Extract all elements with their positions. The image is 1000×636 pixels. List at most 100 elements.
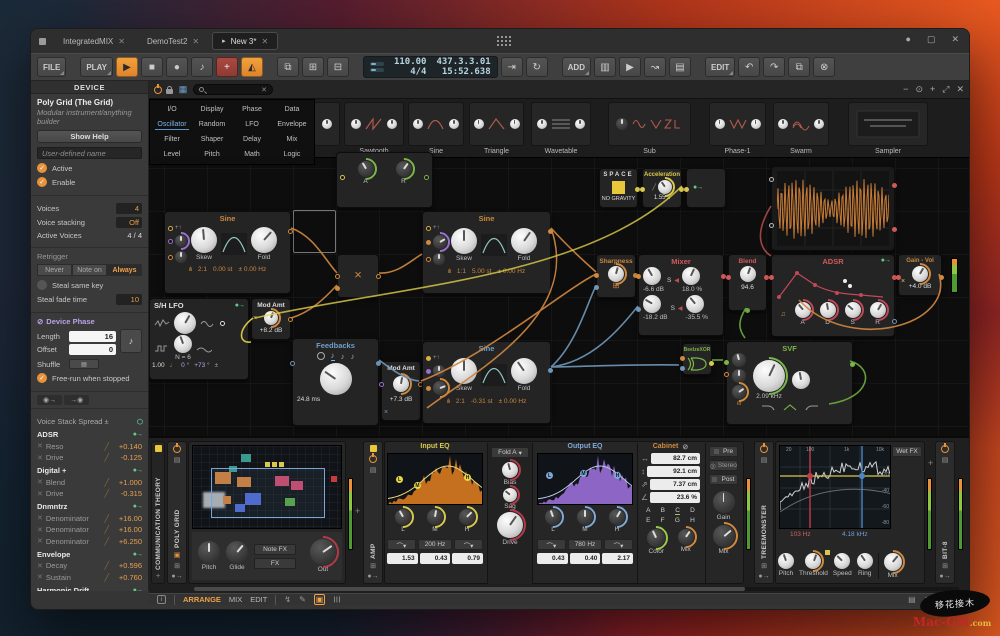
- detune-value[interactable]: ± 0.00 Hz: [499, 398, 527, 405]
- view-mix[interactable]: MIX: [229, 595, 242, 604]
- port-gate[interactable]: [892, 319, 897, 324]
- port-in-1[interactable]: [680, 356, 685, 361]
- category-filter[interactable]: Filter: [162, 135, 182, 144]
- show-help-button[interactable]: Show Help: [37, 130, 142, 143]
- modulator-out-icon[interactable]: ●→: [133, 503, 142, 510]
- port-in-1[interactable]: [769, 177, 774, 182]
- category-lfo[interactable]: LFO: [243, 120, 261, 129]
- low-shape-select[interactable]: ⌒▾: [387, 539, 416, 550]
- amp-mix-knob[interactable]: [713, 525, 735, 547]
- port-phase[interactable]: [426, 369, 431, 374]
- space-pad[interactable]: [612, 181, 625, 194]
- voice-stack-spread-label[interactable]: Voice Stack Spread ±: [37, 417, 109, 426]
- cab-depth-value[interactable]: 7.37 cm: [650, 479, 700, 490]
- modulation-target-row[interactable]: ✕Reso╱+0.140: [37, 442, 142, 451]
- attack-knob[interactable]: [358, 161, 374, 177]
- length-input[interactable]: 16: [69, 331, 116, 342]
- low-q-value[interactable]: 0.43: [537, 553, 568, 564]
- eq-high-knob[interactable]: [459, 509, 475, 525]
- mid-band-handle[interactable]: M: [414, 482, 421, 489]
- module-blend[interactable]: Blend 94.6: [728, 254, 767, 311]
- module-output-stub[interactable]: ●→: [686, 168, 726, 208]
- low-band-handle[interactable]: L: [396, 476, 403, 483]
- song-position-value[interactable]: 437.3.3.01: [436, 57, 490, 67]
- steal-same-key-checkbox[interactable]: ✓: [37, 280, 47, 290]
- threshold-knob[interactable]: [805, 553, 821, 569]
- project-tab-3-active[interactable]: ▸ New 3* ✕: [212, 32, 278, 50]
- preset-folder-icon[interactable]: ▤: [174, 456, 181, 464]
- device-power-icon[interactable]: [760, 445, 768, 453]
- module-mod-amt-2[interactable]: Mod Amt +7.3 dB ×: [381, 361, 421, 421]
- category-display[interactable]: Display: [199, 105, 226, 114]
- high-q-value[interactable]: 2.17: [602, 553, 633, 564]
- add-group-track-button[interactable]: ▤: [669, 57, 691, 77]
- port-in[interactable]: [290, 361, 295, 366]
- ratio-value[interactable]: 1:1: [457, 268, 466, 275]
- zoom-out-icon[interactable]: −: [903, 84, 908, 95]
- selected-empty-cell[interactable]: [293, 210, 336, 253]
- modulator-out-icon[interactable]: ●→: [235, 302, 244, 309]
- category-phase[interactable]: Phase: [240, 105, 264, 114]
- port-in-2[interactable]: [769, 223, 774, 228]
- module-sh-lfo[interactable]: S/H LFO ●→ N = 6: [149, 298, 249, 380]
- port-out[interactable]: [709, 361, 714, 366]
- clock-icon[interactable]: [317, 352, 325, 360]
- modulators-icon[interactable]: ●→: [171, 573, 182, 580]
- cab-model-b[interactable]: B: [661, 507, 665, 515]
- tempo-value[interactable]: 110.00: [394, 57, 427, 67]
- fold-mode-select[interactable]: Fold A▾: [491, 447, 529, 458]
- port-in[interactable]: [769, 275, 774, 280]
- sharpness-knob[interactable]: [608, 266, 624, 282]
- category-shaper[interactable]: Shaper: [199, 135, 226, 144]
- cab-model-a[interactable]: A: [646, 507, 650, 515]
- cab-model-e[interactable]: E: [646, 517, 650, 524]
- mid-q-value[interactable]: 0.43: [420, 553, 451, 564]
- port-in-2[interactable]: [636, 307, 641, 312]
- mod-routing-icon[interactable]: ılı: [189, 267, 192, 273]
- port-out-1[interactable]: [220, 321, 225, 326]
- close-tab-icon[interactable]: ✕: [261, 37, 268, 46]
- bandpass-icon[interactable]: [783, 403, 797, 411]
- modulation-in-tab[interactable]: →◉: [64, 395, 89, 405]
- eq-low-knob[interactable]: [395, 509, 411, 525]
- post-button[interactable]: Post: [709, 474, 738, 485]
- mid-q-value[interactable]: 0.40: [570, 553, 601, 564]
- voices-value[interactable]: 4: [116, 203, 142, 214]
- gate-icon[interactable]: ♫: [780, 311, 785, 318]
- mod-routing-icon[interactable]: ılı: [448, 269, 451, 275]
- high-shape-select[interactable]: ⌒▾: [604, 539, 633, 550]
- expand-device-icon[interactable]: ⊞: [370, 562, 376, 570]
- close-tab-icon[interactable]: ✕: [118, 37, 125, 46]
- device-name-input[interactable]: User-defined name: [37, 147, 142, 159]
- modulator-out-icon[interactable]: ●→: [133, 551, 142, 558]
- low-band-handle[interactable]: L: [546, 472, 553, 479]
- lock-icon[interactable]: [166, 89, 173, 94]
- time-value[interactable]: 15:52.638: [442, 67, 491, 77]
- modulator-name[interactable]: Envelope: [37, 550, 70, 559]
- pen-tool-icon[interactable]: ✎: [299, 595, 306, 604]
- active-checkbox[interactable]: ✓: [37, 163, 47, 173]
- gain-2-knob[interactable]: [643, 295, 661, 313]
- module-space[interactable]: SPACE NO GRAVITY: [599, 168, 638, 208]
- port-out[interactable]: [288, 229, 293, 234]
- port-in-1[interactable]: [335, 274, 340, 279]
- pan-1-knob[interactable]: [682, 267, 700, 285]
- port-in-1[interactable]: [636, 274, 641, 279]
- sustain-knob[interactable]: [845, 302, 861, 318]
- modulator-name[interactable]: ADSR: [37, 430, 58, 439]
- category-delay[interactable]: Delay: [241, 135, 263, 144]
- module-multiply[interactable]: ×: [337, 254, 379, 298]
- category-oscillator[interactable]: Oscillator: [155, 120, 188, 130]
- record-button[interactable]: ●: [166, 57, 188, 77]
- mod-routing-icon[interactable]: ılı: [447, 399, 450, 405]
- blend-value[interactable]: 94.6: [729, 284, 766, 291]
- eq-high-knob[interactable]: [609, 509, 625, 525]
- amount-knob[interactable]: [264, 311, 278, 325]
- ring-knob[interactable]: [857, 553, 873, 569]
- port-pitch[interactable]: [426, 226, 431, 231]
- port-in[interactable]: [640, 187, 645, 192]
- port-out[interactable]: [548, 229, 553, 234]
- note-icon[interactable]: ♪: [341, 352, 345, 361]
- device-panel-scrollbar[interactable]: [194, 587, 959, 591]
- module-card-sub[interactable]: [608, 102, 691, 146]
